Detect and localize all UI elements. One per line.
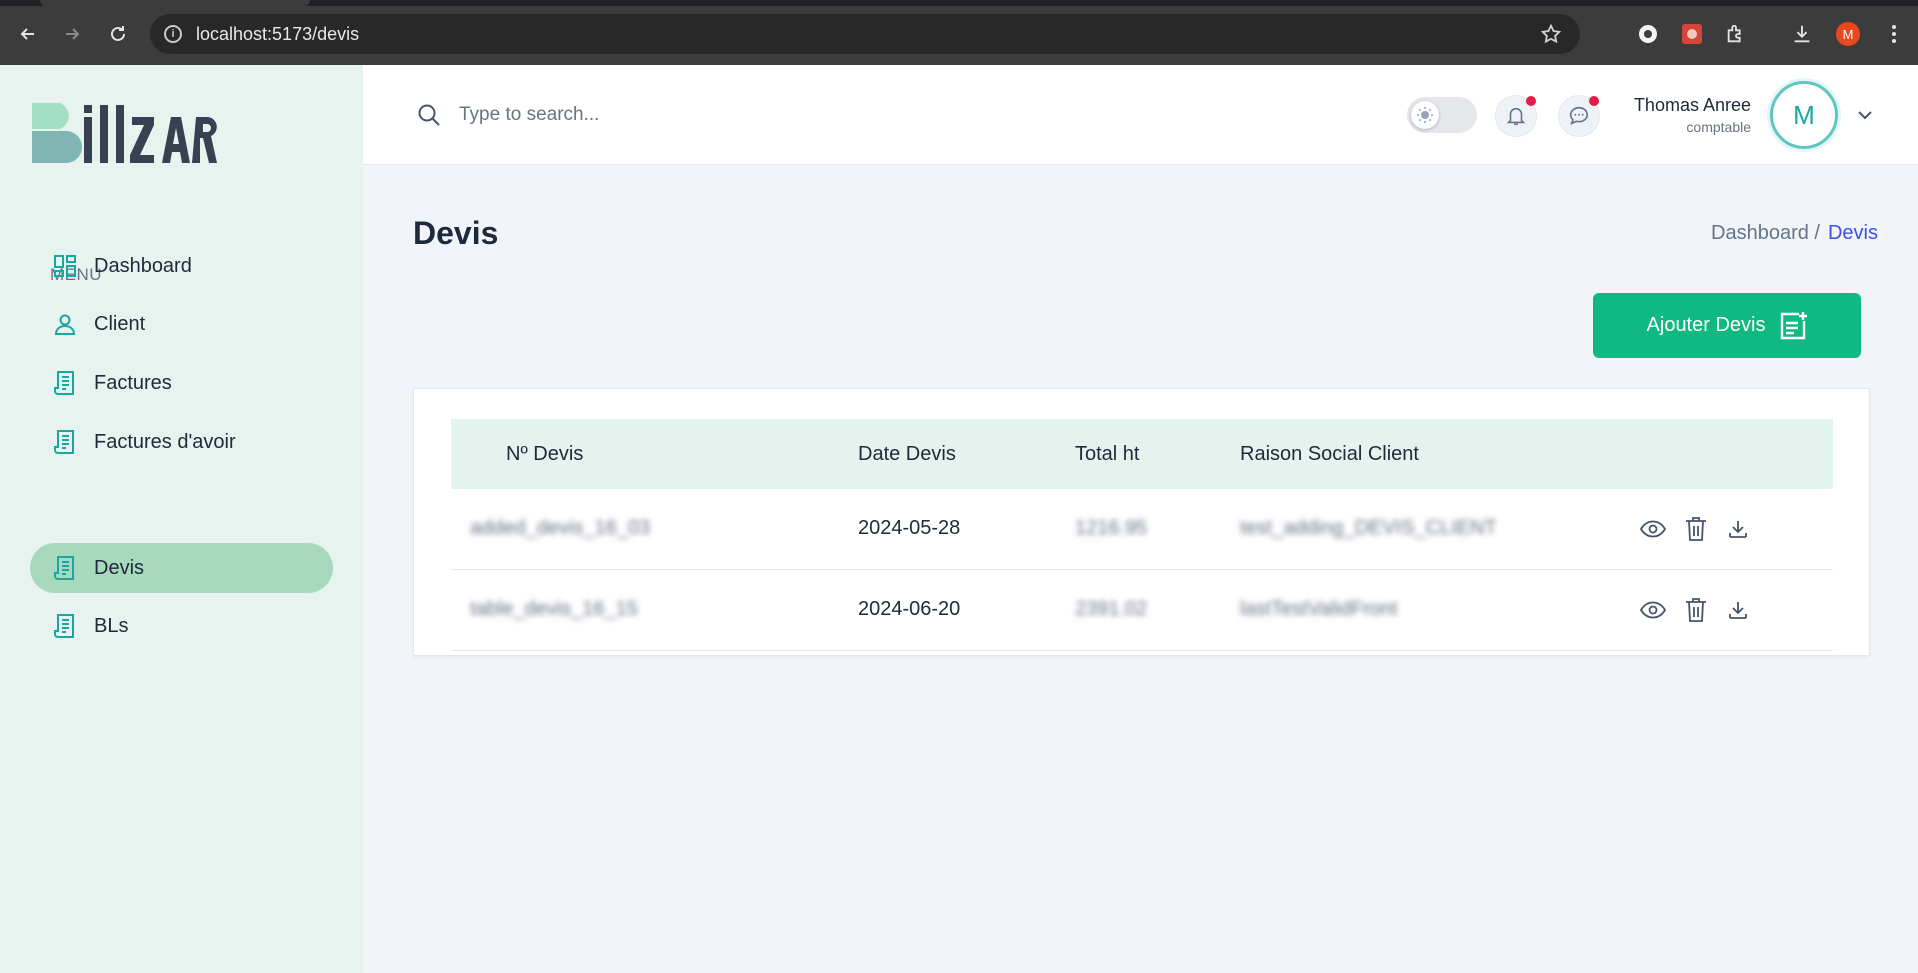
sidebar-item-label: BLs bbox=[94, 614, 129, 637]
devis-total: 1216.95 bbox=[1075, 517, 1148, 539]
message-dot bbox=[1589, 96, 1599, 106]
table-header: Nº Devis Date Devis Total ht Raison Soci… bbox=[451, 419, 1833, 489]
devis-table-card: Nº Devis Date Devis Total ht Raison Soci… bbox=[413, 388, 1870, 656]
site-info-icon[interactable]: i bbox=[164, 25, 182, 43]
bookmark-star-icon[interactable] bbox=[1540, 23, 1562, 50]
table-row: added_devis_16_03 2024-05-28 1216.95 tes… bbox=[451, 489, 1833, 570]
download-icon[interactable] bbox=[1724, 515, 1752, 543]
reload-icon[interactable] bbox=[104, 20, 132, 48]
billzar-logo[interactable] bbox=[32, 103, 222, 165]
download-icon[interactable] bbox=[1724, 596, 1752, 624]
breadcrumb-current: Devis bbox=[1827, 222, 1878, 244]
top-header: Thomas Anree comptable M bbox=[363, 65, 1918, 165]
sidebar: MENU Dashboard Client Factures Factures … bbox=[0, 65, 363, 973]
sun-icon bbox=[1411, 101, 1439, 129]
breadcrumb: Dashboard / Devis bbox=[1711, 222, 1878, 245]
sidebar-item-label: Client bbox=[94, 312, 146, 335]
view-icon[interactable] bbox=[1639, 596, 1667, 624]
messages-button[interactable] bbox=[1558, 95, 1600, 137]
search-icon[interactable] bbox=[417, 103, 441, 127]
extension-icon[interactable] bbox=[1636, 22, 1660, 46]
puzzle-icon[interactable] bbox=[1724, 22, 1748, 46]
devis-date: 2024-05-28 bbox=[858, 517, 961, 539]
sidebar-item-factures-avoir[interactable]: Factures d'avoir bbox=[30, 417, 333, 467]
receipt-icon bbox=[52, 555, 78, 581]
devis-number: added_devis_16_03 bbox=[470, 517, 651, 539]
sidebar-item-label: Factures bbox=[94, 371, 172, 394]
browser-toolbar: i localhost:5173/devis M bbox=[0, 0, 1918, 65]
search-input[interactable] bbox=[459, 95, 959, 135]
column-header-num: Nº Devis bbox=[506, 443, 584, 465]
user-role: comptable bbox=[1686, 119, 1751, 135]
devis-date: 2024-06-20 bbox=[858, 598, 961, 620]
add-devis-label: Ajouter Devis bbox=[1646, 314, 1766, 336]
notification-dot bbox=[1526, 96, 1536, 106]
notifications-button[interactable] bbox=[1495, 95, 1537, 137]
trash-icon[interactable] bbox=[1682, 596, 1710, 624]
devis-number: table_devis_16_15 bbox=[470, 598, 638, 620]
trash-icon[interactable] bbox=[1682, 515, 1710, 543]
receipt-icon bbox=[52, 370, 78, 396]
page-title: Devis bbox=[413, 215, 499, 251]
chat-icon bbox=[1569, 106, 1589, 125]
chevron-down-icon[interactable] bbox=[1853, 103, 1877, 127]
extension-red-icon[interactable] bbox=[1680, 22, 1704, 46]
add-devis-button[interactable]: Ajouter Devis bbox=[1593, 293, 1861, 358]
add-document-icon bbox=[1781, 311, 1808, 339]
sidebar-item-factures[interactable]: Factures bbox=[30, 358, 333, 408]
theme-toggle[interactable] bbox=[1407, 97, 1477, 133]
devis-client: test_adding_DEVIS_CLIENT bbox=[1240, 517, 1497, 539]
download-icon[interactable] bbox=[1790, 22, 1814, 46]
more-menu-icon[interactable] bbox=[1882, 22, 1906, 46]
back-icon[interactable] bbox=[14, 20, 42, 48]
devis-total: 2391.02 bbox=[1075, 598, 1148, 620]
table-row: table_devis_16_15 2024-06-20 2391.02 las… bbox=[451, 570, 1833, 651]
address-bar[interactable]: i localhost:5173/devis bbox=[150, 14, 1580, 54]
sidebar-item-label: Dashboard bbox=[94, 254, 192, 277]
url-text[interactable]: localhost:5173/devis bbox=[196, 24, 359, 45]
bell-icon bbox=[1506, 107, 1526, 126]
receipt-icon bbox=[52, 429, 78, 455]
column-header-client: Raison Social Client bbox=[1240, 443, 1419, 465]
breadcrumb-dashboard-link[interactable]: Dashboard / bbox=[1711, 222, 1820, 245]
column-header-total: Total ht bbox=[1075, 443, 1140, 465]
sidebar-item-bls[interactable]: BLs bbox=[30, 601, 333, 651]
sidebar-item-dashboard[interactable]: Dashboard bbox=[30, 241, 333, 291]
sidebar-item-devis[interactable]: Devis bbox=[30, 543, 333, 593]
column-header-date: Date Devis bbox=[858, 443, 956, 465]
receipt-icon bbox=[52, 613, 78, 639]
sidebar-item-label: Factures d'avoir bbox=[94, 430, 236, 453]
sidebar-item-client[interactable]: Client bbox=[30, 299, 333, 349]
sidebar-item-label: Devis bbox=[94, 556, 145, 579]
forward-icon[interactable] bbox=[58, 20, 86, 48]
dashboard-icon bbox=[52, 253, 78, 279]
user-icon bbox=[52, 311, 78, 337]
browser-profile-avatar[interactable]: M bbox=[1836, 22, 1860, 46]
active-tab-edge[interactable] bbox=[40, 0, 310, 6]
view-icon[interactable] bbox=[1639, 515, 1667, 543]
user-name[interactable]: Thomas Anree bbox=[1634, 95, 1751, 116]
devis-client: lastTestValidFront bbox=[1240, 598, 1398, 620]
browser-tab-strip bbox=[0, 0, 1918, 6]
avatar[interactable]: M bbox=[1770, 81, 1838, 149]
